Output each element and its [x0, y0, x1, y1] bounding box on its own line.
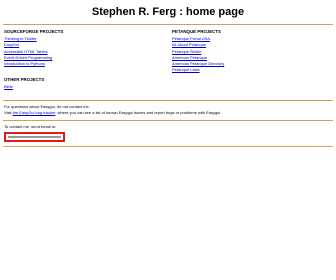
petanque-heading: PETANQUE PROJECTS — [172, 29, 221, 34]
bug-tracker-suffix: where you can see a list of known Easygu… — [57, 110, 222, 115]
other-section: OTHER PROJECTS Bible — [4, 77, 124, 90]
sourceforge-heading: SOURCEFORGE PROJECTS — [4, 29, 64, 34]
visit-text: Visit — [4, 110, 12, 115]
email-highlight-box: steve.ferg.2000@gmail.com — [4, 132, 65, 142]
bug-tracker-link[interactable]: the EasyGui bug tracker — [13, 110, 56, 115]
page-title: Stephen R. Ferg : home page — [91, 6, 245, 18]
other-heading: OTHER PROJECTS — [4, 77, 45, 82]
divider — [3, 100, 333, 101]
link-introduction-to-pythons[interactable]: Introduction to Pythons — [4, 61, 124, 67]
divider — [3, 146, 333, 147]
bug-tracker-line: Visit the EasyGui bug tracker, where you… — [4, 110, 222, 115]
link-petanque-laws[interactable]: Petanque Laws — [172, 67, 292, 73]
email-address[interactable]: steve.ferg.2000@gmail.com — [8, 136, 61, 138]
contact-label: To contact me, send email to: — [4, 124, 57, 129]
link-bible[interactable]: Bible — [4, 84, 124, 90]
footer-text: For questions about Easygui, do not cont… — [4, 104, 330, 116]
divider — [3, 24, 333, 25]
sourceforge-section: SOURCEFORGE PROJECTS Thinking in Tkinter… — [4, 29, 124, 67]
petanque-section: PETANQUE PROJECTS Petanque Portal USA Al… — [172, 29, 292, 73]
divider — [3, 120, 333, 121]
